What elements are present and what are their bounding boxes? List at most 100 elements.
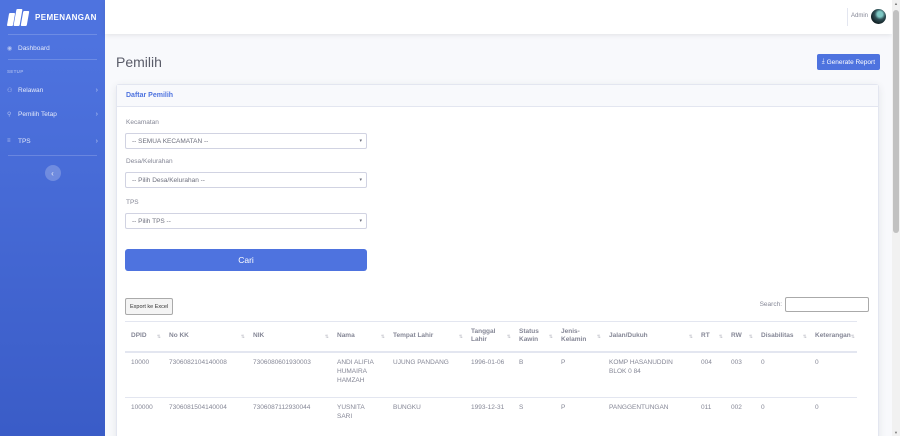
sidebar-item-label: Dashboard — [18, 44, 50, 52]
cell-no-kk: 7306082104140008 — [163, 351, 247, 398]
sidebar-divider — [8, 34, 97, 35]
desa-select[interactable]: -- Pilih Desa/Kelurahan -- ▾ — [125, 172, 367, 188]
scroll-up-icon[interactable]: ▲ — [894, 1, 898, 6]
cell-tanggal-lahir: 1996-01-06 — [465, 351, 513, 398]
sort-icon: ⇅ — [506, 334, 511, 340]
cari-button[interactable]: Cari — [125, 249, 367, 271]
brand-name: PEMENANGAN — [35, 12, 97, 22]
sidebar-divider — [8, 155, 97, 156]
chevron-right-icon: › — [95, 110, 98, 118]
chevron-down-icon: ▾ — [359, 138, 362, 144]
tps-label: TPS — [126, 199, 139, 206]
cell-nama: ANDI ALIFIA HUMAIRA HAMZAH — [331, 351, 387, 398]
sidebar-item-relawan[interactable]: ⚇ Relawan › — [0, 79, 105, 101]
sort-icon: ⇅ — [380, 334, 385, 340]
sort-icon: ⇅ — [718, 334, 723, 340]
sort-icon: ⇅ — [850, 334, 855, 340]
sidebar-item-dashboard[interactable]: ◉ Dashboard — [0, 37, 105, 59]
column-header-dpid[interactable]: DPID ⇅ — [125, 321, 163, 353]
sort-icon: ⇅ — [156, 334, 161, 340]
kecamatan-label: Kecamatan — [126, 119, 159, 126]
column-header-rw[interactable]: RW ⇅ — [725, 321, 755, 353]
sidebar-item-tps[interactable]: ≡ TPS › — [0, 127, 105, 155]
user-icon: ⚲ — [7, 111, 12, 118]
cell-disabilitas: 0 — [755, 397, 809, 436]
page-title: Pemilih — [116, 54, 162, 70]
cell-dpid: 10000 — [125, 351, 163, 398]
sort-icon: ⇅ — [596, 334, 601, 340]
export-excel-button[interactable]: Export ke Excel — [125, 298, 174, 315]
cell-keterangan: 0 — [809, 397, 857, 436]
column-header-tempat-lahir[interactable]: Tempat Lahir ⇅ — [387, 321, 465, 353]
cell-nik: 7306080601930003 — [247, 351, 331, 398]
table-search: Search: — [760, 297, 869, 312]
sidebar-item-pemilih-tetap[interactable]: ⚲ Pemilih Tetap › — [0, 101, 105, 127]
cell-no-kk: 7306081504140004 — [163, 397, 247, 436]
list-icon: ≡ — [7, 138, 11, 144]
cell-nik: 7306087112930044 — [247, 397, 331, 436]
download-icon: ⤓ — [821, 58, 825, 65]
scrollbar-thumb[interactable] — [893, 10, 899, 233]
table-row: 10000 7306082104140008 7306080601930003 … — [125, 351, 857, 398]
users-icon: ⚇ — [7, 87, 13, 94]
column-header-rt[interactable]: RT ⇅ — [695, 321, 725, 353]
sidebar-item-label: TPS — [18, 137, 31, 145]
sort-icon: ⇅ — [240, 334, 245, 340]
sort-icon: ⇅ — [802, 334, 807, 340]
column-header-status-kawin[interactable]: Status Kawin ⇅ — [513, 321, 555, 353]
cell-status-kawin: B — [513, 351, 555, 398]
column-header-keterangan[interactable]: Keterangan ⇅ — [809, 321, 857, 353]
table-header-row: DPID ⇅ No KK ⇅ NIK ⇅ Nama ⇅ Tempat Lahir ⇅ Ta… — [125, 321, 857, 353]
kecamatan-value: -- SEMUA KECAMATAN -- — [132, 137, 209, 145]
dashboard-icon: ◉ — [7, 45, 13, 52]
cell-dpid: 100000 — [125, 397, 163, 436]
column-header-jenis-kelamin[interactable]: Jenis-Kelamin ⇅ — [555, 321, 603, 353]
column-header-no-kk[interactable]: No KK ⇅ — [163, 321, 247, 353]
column-header-nama[interactable]: Nama ⇅ — [331, 321, 387, 353]
desa-label: Desa/Kelurahan — [126, 158, 173, 165]
tps-select[interactable]: -- Pilih TPS -- ▾ — [125, 213, 367, 229]
cell-disabilitas: 0 — [755, 351, 809, 398]
chevron-right-icon: › — [95, 86, 98, 94]
sort-icon: ⇅ — [458, 334, 463, 340]
cell-jalan-dukuh: KOMP HASANUDDIN BLOK 0 84 — [603, 351, 695, 398]
chevron-down-icon: ▾ — [359, 177, 362, 183]
scroll-down-icon[interactable]: ▼ — [894, 430, 898, 435]
search-input[interactable] — [785, 297, 869, 312]
cell-rt: 011 — [695, 397, 725, 436]
search-label: Search: — [759, 301, 782, 308]
brand-logo-icon — [6, 8, 30, 26]
sidebar-item-label: Relawan — [18, 86, 44, 94]
page-scrollbar[interactable]: ▲ ▼ — [892, 0, 900, 436]
table-row: 100000 7306081504140004 7306087112930044… — [125, 397, 857, 436]
sidebar-heading: SETUP — [7, 69, 24, 74]
voters-table: DPID ⇅ No KK ⇅ NIK ⇅ Nama ⇅ Tempat Lahir ⇅ Ta… — [125, 321, 857, 436]
cell-tempat-lahir: UJUNG PANDANG — [387, 351, 465, 398]
brand[interactable]: PEMENANGAN — [0, 0, 105, 34]
topbar-divider — [847, 8, 848, 26]
column-header-nik[interactable]: NIK ⇅ — [247, 321, 331, 353]
cell-rw: 003 — [725, 351, 755, 398]
desa-value: -- Pilih Desa/Kelurahan -- — [132, 176, 205, 184]
sort-icon: ⇅ — [748, 334, 753, 340]
avatar[interactable] — [871, 9, 886, 24]
cell-jenis-kelamin: P — [555, 397, 603, 436]
column-header-jalan-dukuh[interactable]: Jalan/Dukuh ⇅ — [603, 321, 695, 353]
tps-value: -- Pilih TPS -- — [132, 217, 171, 225]
sort-icon: ⇅ — [324, 334, 329, 340]
cell-rw: 002 — [725, 397, 755, 436]
sidebar-toggle-button[interactable]: ‹ — [44, 165, 61, 181]
cell-tempat-lahir: BUNGKU — [387, 397, 465, 436]
cell-keterangan: 0 — [809, 351, 857, 398]
cell-status-kawin: S — [513, 397, 555, 436]
cell-nama: YUSNITA SARI — [331, 397, 387, 436]
chevron-down-icon: ▾ — [359, 218, 362, 224]
cell-jenis-kelamin: P — [555, 351, 603, 398]
sort-icon: ⇅ — [548, 334, 553, 340]
kecamatan-select[interactable]: -- SEMUA KECAMATAN -- ▾ — [125, 133, 367, 149]
column-header-tanggal-lahir[interactable]: Tanggal Lahir ⇅ — [465, 321, 513, 353]
user-name[interactable]: Admin — [851, 13, 868, 19]
generate-report-button[interactable]: ⤓ Generate Report — [816, 54, 880, 70]
column-header-disabilitas[interactable]: Disabilitas ⇅ — [755, 321, 809, 353]
card-title: Daftar Pemilih — [117, 85, 878, 107]
